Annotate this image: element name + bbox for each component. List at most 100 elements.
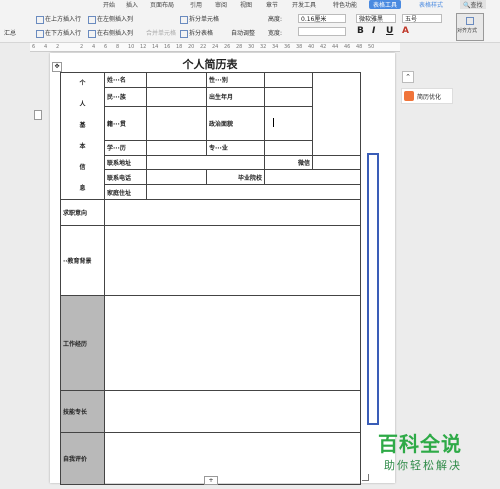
width-label: 宽度: xyxy=(268,30,283,37)
ruler-tick: 30 xyxy=(248,44,255,50)
page-icon xyxy=(34,110,42,120)
ethnicity-label: 民···族 xyxy=(104,86,147,108)
home-cell[interactable] xyxy=(146,184,361,200)
tab-home[interactable]: 开始 xyxy=(103,0,115,9)
intent-cell[interactable] xyxy=(104,199,361,226)
collapse-panel-button[interactable]: ⌃ xyxy=(402,71,414,83)
name-cell[interactable] xyxy=(146,72,207,88)
resume-optimize-button[interactable]: 简历优化 xyxy=(401,88,453,104)
ruler-tick: 4 xyxy=(92,44,96,50)
ruler-tick: 8 xyxy=(116,44,120,50)
insert-col-left-button[interactable]: 在左侧插入列 xyxy=(88,14,133,24)
merge-cells-button[interactable]: 合并单元格 xyxy=(146,28,176,37)
tab-developer[interactable]: 开发工具 xyxy=(292,0,316,9)
address-label: 联系地址 xyxy=(104,154,147,171)
tab-layout[interactable]: 页面布局 xyxy=(150,0,174,9)
school-cell[interactable] xyxy=(264,169,361,186)
tab-review[interactable]: 审阅 xyxy=(215,0,227,9)
gender-cell[interactable] xyxy=(264,72,313,88)
tab-table-tools[interactable]: 表格工具 xyxy=(369,0,402,9)
section-char: 个 xyxy=(79,80,86,87)
ruler-tick: 2 xyxy=(56,44,60,50)
auto-fit-button[interactable]: 自动调整 xyxy=(231,28,255,37)
education-label: 学···历 xyxy=(104,140,147,156)
ruler-tick: 42 xyxy=(320,44,327,50)
basic-info-label: 个 人 基 本 信 息 xyxy=(60,72,105,200)
height-input[interactable]: 0.16厘米 xyxy=(298,14,346,23)
font-family-select[interactable]: 微软雅黑 xyxy=(356,14,396,23)
name-label: 姓···名 xyxy=(104,72,147,88)
tab-chapter[interactable]: 章节 xyxy=(266,0,278,9)
insert-row-above-button[interactable]: 在上方插入行 xyxy=(36,14,81,24)
phone-label: 联系电话 xyxy=(104,169,147,186)
tab-reference[interactable]: 引用 xyxy=(190,0,202,9)
font-color-button[interactable]: A xyxy=(402,26,409,36)
add-row-button[interactable]: + xyxy=(204,476,218,485)
split-cells-label: 拆分单元格 xyxy=(189,16,220,23)
optimize-icon xyxy=(404,91,414,101)
native-label: 籍···贯 xyxy=(104,105,147,142)
bold-button[interactable]: B xyxy=(357,26,364,36)
phone-cell[interactable] xyxy=(146,169,207,186)
search-button[interactable]: 🔍查找 xyxy=(460,0,486,9)
ruler-tick: 14 xyxy=(152,44,159,50)
edu-bg-cell[interactable] xyxy=(104,225,361,296)
insert-col-left-label: 在左侧插入列 xyxy=(97,16,134,23)
ruler-tick: 4 xyxy=(44,44,48,50)
search-label: 查找 xyxy=(470,2,483,9)
school-label: 毕业院校 xyxy=(206,169,265,186)
politics-cell[interactable] xyxy=(264,105,313,142)
major-cell[interactable] xyxy=(264,140,313,156)
underline-button[interactable]: U xyxy=(386,26,393,36)
address-cell[interactable] xyxy=(146,154,265,171)
work-cell[interactable] xyxy=(104,295,361,391)
wechat-cell[interactable] xyxy=(312,154,361,171)
tab-insert[interactable]: 插入 xyxy=(126,0,138,9)
insert-col-right-icon xyxy=(88,29,96,38)
page-title: 个人简历表 xyxy=(182,58,238,71)
ruler-tick: 6 xyxy=(32,44,36,50)
home-label: 家庭住址 xyxy=(104,184,147,200)
font-size-select[interactable]: 五号 xyxy=(402,14,442,23)
insert-row-below-label: 在下方插入行 xyxy=(45,30,82,37)
birth-cell[interactable] xyxy=(264,86,313,108)
insert-col-right-label: 在右侧插入列 xyxy=(97,30,134,37)
education-cell[interactable] xyxy=(146,140,207,156)
self-eval-cell[interactable] xyxy=(104,432,361,485)
ethnicity-cell[interactable] xyxy=(146,86,207,108)
major-label: 专···业 xyxy=(206,140,265,156)
tab-features[interactable]: 特色功能 xyxy=(333,0,357,9)
split-table-button[interactable]: 拆分表格 xyxy=(180,28,213,38)
ruler-tick: 32 xyxy=(260,44,267,50)
insert-col-right-button[interactable]: 在右侧插入列 xyxy=(88,28,133,38)
birth-label: 出生年月 xyxy=(206,86,265,108)
align-button[interactable]: 对齐方式 xyxy=(456,13,484,41)
insert-row-below-button[interactable]: 在下方插入行 xyxy=(36,28,81,38)
text-cursor xyxy=(273,118,274,127)
resume-table: 个 人 基 本 信 息 姓···名 性···别 民···族 出生年月 籍···贯… xyxy=(60,72,361,485)
native-cell[interactable] xyxy=(146,105,207,142)
ruler-tick: 2 xyxy=(80,44,84,50)
work-label: 工作经历 xyxy=(60,295,105,391)
width-input[interactable] xyxy=(298,27,346,36)
skills-cell[interactable] xyxy=(104,390,361,433)
watermark-slogan: 助你轻松解决 xyxy=(384,459,462,472)
table-resize-handle[interactable] xyxy=(362,474,369,481)
intent-label: 求职意向 xyxy=(60,199,105,226)
ruler-tick: 50 xyxy=(368,44,375,50)
self-eval-label: 自我评价 xyxy=(60,432,105,485)
align-icon xyxy=(466,17,474,25)
summary-button[interactable]: 汇总 xyxy=(4,28,16,37)
ruler-tick: 46 xyxy=(344,44,351,50)
split-cells-button[interactable]: 拆分单元格 xyxy=(180,14,219,24)
italic-button[interactable]: I xyxy=(372,26,375,36)
ruler-tick: 12 xyxy=(140,44,147,50)
tab-view[interactable]: 视图 xyxy=(240,0,252,9)
tab-table-style[interactable]: 表格样式 xyxy=(419,0,443,9)
insert-row-above-icon xyxy=(36,15,44,24)
ruler-tick: 16 xyxy=(164,44,171,50)
ruler-tick: 28 xyxy=(236,44,243,50)
section-char: 信 xyxy=(79,164,86,171)
ruler-tick: 18 xyxy=(176,44,183,50)
photo-cell[interactable] xyxy=(312,72,361,156)
